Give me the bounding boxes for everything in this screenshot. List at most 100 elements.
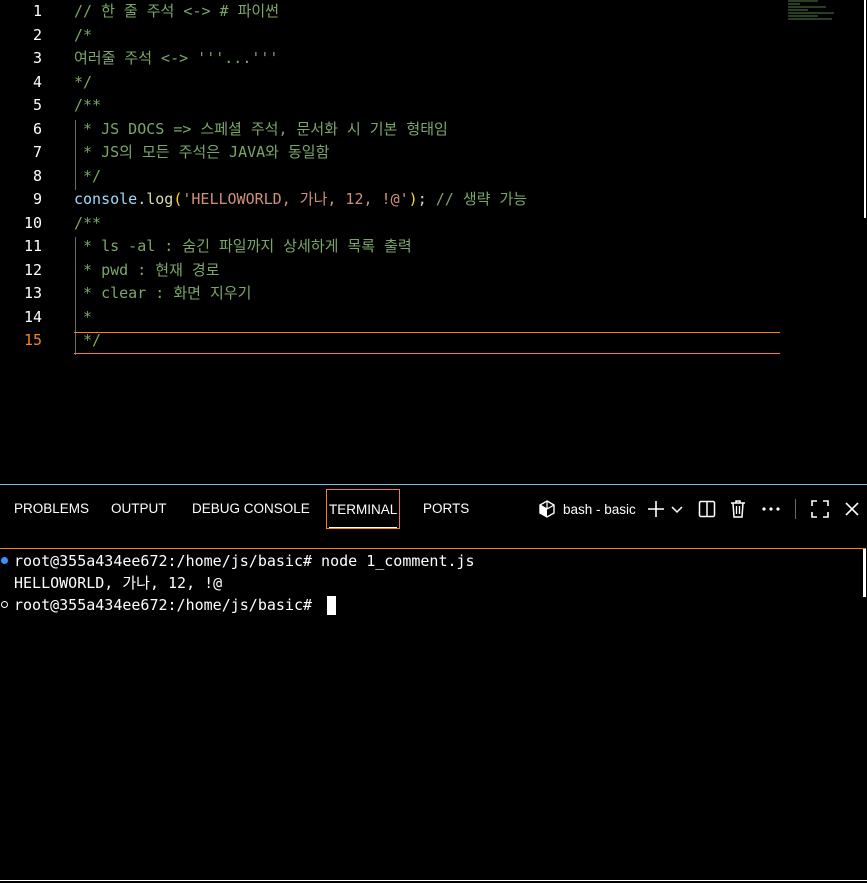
toolbar-separator	[795, 499, 796, 519]
tab-label: OUTPUT	[111, 501, 167, 516]
code-line[interactable]: 11 * ls -al : 숨긴 파일까지 상세하게 목록 출력	[0, 235, 867, 259]
line-number: 11	[23, 237, 42, 255]
code-token: console	[74, 190, 138, 208]
line-number: 1	[32, 2, 42, 20]
code-line[interactable]: 10 /**	[0, 212, 867, 236]
code-token: )	[408, 190, 418, 208]
bottom-panel: PROBLEMS OUTPUT DEBUG CONSOLE TERMINAL P…	[0, 484, 867, 883]
line-code: * pwd : 현재 경로	[74, 259, 220, 283]
line-code: * clear : 화면 지우기	[74, 282, 251, 306]
tab-debug-console[interactable]: DEBUG CONSOLE	[192, 489, 310, 529]
code-token: * pwd : 현재 경로	[74, 260, 220, 279]
code-token: * clear : 화면 지우기	[74, 284, 252, 302]
code-token: * ls -al : 숨긴 파일까지 상세하게 목록 출력	[74, 237, 412, 255]
code-line[interactable]: 7 * JS의 모든 주석은 JAVA와 동일함	[0, 141, 867, 165]
line-number: 9	[32, 190, 42, 208]
tab-output[interactable]: OUTPUT	[111, 489, 167, 529]
plus-icon[interactable]	[646, 497, 666, 521]
line-code: console.log('HELLOWORLD, 가나, 12, !@'); /…	[74, 188, 527, 212]
code-line[interactable]: 13 * clear : 화면 지우기	[0, 282, 867, 306]
code-token: */	[74, 166, 102, 185]
terminal-cursor	[327, 596, 337, 615]
terminal-selector[interactable]: bash - basic	[538, 497, 642, 521]
minimap[interactable]	[788, 0, 848, 30]
maximize-icon[interactable]	[810, 497, 830, 521]
code-line[interactable]: 4 */	[0, 71, 867, 95]
line-number: 3	[32, 49, 42, 67]
tab-label: PROBLEMS	[14, 501, 90, 516]
code-line[interactable]: 2 /*	[0, 24, 867, 48]
code-line[interactable]: 1 // 한 줄 주석 <-> # 파이썬	[0, 0, 867, 24]
panel-bottom-border	[0, 880, 867, 881]
current-line-highlight	[74, 332, 780, 354]
code-token: /**	[74, 96, 102, 114]
tab-ports[interactable]: PORTS	[423, 489, 469, 529]
code-line[interactable]: 6 * JS DOCS => 스페셜 주석, 문서화 시 기본 형태임	[0, 118, 867, 142]
terminal-line: root@355a434ee672:/home/js/basic# node 1…	[14, 550, 475, 572]
more-icon[interactable]	[760, 497, 782, 521]
code-token: 'HELLOWORLD, 가나, 12, !@'	[182, 190, 409, 208]
line-number: 6	[32, 119, 42, 138]
terminal-text: HELLOWORLD, 가나, 12, !@	[14, 574, 223, 592]
code-token: 여러줄 주석 <-> '''...'''	[74, 49, 279, 67]
line-number: 8	[32, 166, 42, 185]
tab-label: DEBUG CONSOLE	[192, 501, 310, 516]
code-token: * JS DOCS => 스페셜 주석, 문서화 시 기본 형태임	[74, 119, 448, 138]
line-code: 여러줄 주석 <-> '''...'''	[74, 47, 278, 71]
chevron-down-icon[interactable]	[670, 497, 684, 521]
panel-header: PROBLEMS OUTPUT DEBUG CONSOLE TERMINAL P…	[0, 485, 867, 532]
split-icon[interactable]	[697, 497, 717, 521]
line-code: // 한 줄 주석 <-> # 파이썬	[74, 0, 279, 24]
code-token: log	[146, 190, 174, 208]
line-code: * JS DOCS => 스페셜 주석, 문서화 시 기본 형태임	[74, 118, 448, 142]
terminal-name: bash - basic	[563, 502, 636, 517]
tab-label: PORTS	[423, 501, 470, 516]
command-decoration[interactable]	[1, 601, 8, 608]
line-number: 2	[32, 25, 42, 44]
close-icon[interactable]	[843, 497, 861, 521]
line-code: /*	[74, 24, 92, 48]
code-token: .	[137, 190, 147, 208]
code-token: /*	[74, 25, 93, 44]
code-token: ;	[417, 190, 436, 208]
line-code: *	[74, 306, 92, 330]
line-code: */	[74, 165, 101, 189]
code-editor[interactable]: 1 // 한 줄 주석 <-> # 파이썬 2 /* 3 여러줄 주석 <-> '''..…	[0, 0, 867, 484]
line-code: * ls -al : 숨긴 파일까지 상세하게 목록 출력	[74, 235, 412, 259]
line-number: 4	[32, 72, 42, 91]
tab-label: TERMINAL	[329, 493, 398, 528]
terminal-text: root@355a434ee672:/home/js/basic#	[14, 596, 322, 614]
terminal-line: root@355a434ee672:/home/js/basic#	[14, 594, 337, 616]
editor-scrollbar[interactable]	[864, 0, 866, 218]
code-token: // 생략 가능	[435, 190, 528, 208]
indent-guide-1	[75, 120, 76, 190]
command-decoration[interactable]	[1, 557, 8, 564]
tab-problems[interactable]: PROBLEMS	[14, 489, 89, 529]
code-token: /**	[74, 213, 102, 232]
code-line[interactable]: 12 * pwd : 현재 경로	[0, 259, 867, 283]
code-line[interactable]: 5 /**	[0, 94, 867, 118]
code-token: * JS의 모든 주석은 JAVA와 동일함	[74, 143, 330, 161]
terminal-line: HELLOWORLD, 가나, 12, !@	[14, 572, 222, 594]
trash-icon[interactable]	[728, 497, 748, 521]
code-line[interactable]: 3 여러줄 주석 <-> '''...'''	[0, 47, 867, 71]
code-token: */	[74, 72, 93, 91]
code-line[interactable]: 9 console.log('HELLOWORLD, 가나, 12, !@'); …	[0, 188, 867, 212]
line-number: 12	[23, 260, 42, 279]
terminal-icon	[538, 500, 556, 518]
terminal-view[interactable]: root@355a434ee672:/home/js/basic# node 1…	[0, 548, 866, 882]
line-number: 10	[23, 213, 42, 232]
line-number: 5	[32, 96, 42, 114]
code-line[interactable]: 14 *	[0, 306, 867, 330]
code-token: // 한 줄 주석 <-> # 파이썬	[74, 2, 279, 20]
tab-terminal[interactable]: TERMINAL	[326, 489, 401, 529]
line-number: 14	[23, 307, 42, 326]
line-code: * JS의 모든 주석은 JAVA와 동일함	[74, 141, 329, 165]
terminal-scrollbar[interactable]	[863, 549, 866, 597]
line-number: 7	[32, 143, 42, 161]
line-number: 13	[23, 284, 42, 302]
line-number: 15	[23, 331, 42, 349]
line-code: /**	[74, 94, 101, 118]
line-code: /**	[74, 212, 101, 236]
code-line[interactable]: 8 */	[0, 165, 867, 189]
